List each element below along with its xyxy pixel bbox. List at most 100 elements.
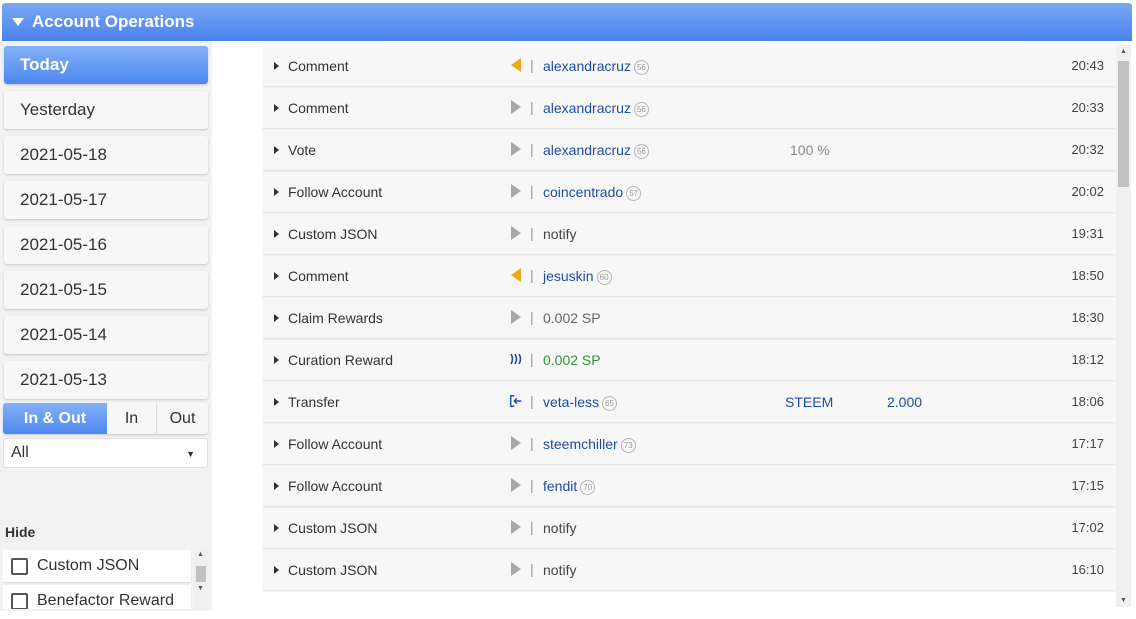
in-button[interactable]: In xyxy=(107,403,157,434)
operation-time: 20:02 xyxy=(1071,184,1104,199)
account-link[interactable]: alexandracruz 56 xyxy=(543,58,649,75)
day-2021-05-16-button[interactable]: 2021-05-16 xyxy=(4,226,208,264)
expand-arrow-icon[interactable] xyxy=(274,146,279,154)
day-today-button[interactable]: Today xyxy=(4,46,208,84)
reputation-badge: 56 xyxy=(633,60,649,75)
hide-label: Hide xyxy=(5,524,36,540)
operation-type: Custom JSON xyxy=(288,520,378,536)
account-link[interactable]: alexandracruz 56 xyxy=(543,100,649,117)
operation-row[interactable]: Follow Account | fendit 70 17:15 xyxy=(262,466,1116,506)
day-2021-05-15-button[interactable]: 2021-05-15 xyxy=(4,271,208,309)
scroll-up-icon[interactable]: ▲ xyxy=(197,551,204,558)
operation-row[interactable]: Custom JSON | notify 19:31 xyxy=(262,214,1116,254)
expand-arrow-icon[interactable] xyxy=(274,272,279,280)
operation-row[interactable]: Custom JSON | notify 17:02 xyxy=(262,508,1116,548)
separator: | xyxy=(530,57,534,73)
account-operations-header[interactable]: Account Operations xyxy=(2,3,1132,41)
operation-target-text: fendit xyxy=(543,478,578,494)
separator: | xyxy=(530,351,534,367)
operation-row[interactable]: Transfer | veta-less 65 STEEM 2.000 18:06 xyxy=(262,382,1116,422)
play-icon xyxy=(509,183,523,199)
reputation-badge: 60 xyxy=(596,270,612,285)
expand-arrow-icon[interactable] xyxy=(274,566,279,574)
expand-arrow-icon[interactable] xyxy=(274,188,279,196)
day-yesterday-button[interactable]: Yesterday xyxy=(4,91,208,129)
operation-row[interactable]: Comment | alexandracruz 56 20:43 xyxy=(262,46,1116,86)
scroll-up-icon[interactable]: ▲ xyxy=(1120,48,1127,55)
hide-benefactor-reward-option[interactable]: Benefactor Reward xyxy=(3,585,191,609)
sidebar: Today Yesterday 2021-05-18 2021-05-17 20… xyxy=(0,41,212,611)
scroll-thumb[interactable] xyxy=(196,566,206,582)
operation-row[interactable]: Comment | alexandracruz 56 20:33 xyxy=(262,88,1116,128)
hide-custom-json-option[interactable]: Custom JSON xyxy=(3,550,191,582)
account-link[interactable]: coincentrado 57 xyxy=(543,184,642,201)
expand-arrow-icon[interactable] xyxy=(274,440,279,448)
account-link[interactable]: alexandracruz 56 xyxy=(543,142,649,159)
direction-toggle: In & Out In Out xyxy=(3,403,208,434)
operation-target-text: notify xyxy=(543,562,577,578)
hide-list-scrollbar[interactable]: ▲ ▼ xyxy=(193,549,208,609)
operation-row[interactable]: Follow Account | coincentrado 57 20:02 xyxy=(262,172,1116,212)
account-link[interactable]: veta-less 65 xyxy=(543,394,618,411)
day-2021-05-14-button[interactable]: 2021-05-14 xyxy=(4,316,208,354)
expand-arrow-icon[interactable] xyxy=(274,230,279,238)
day-2021-05-17-button[interactable]: 2021-05-17 xyxy=(4,181,208,219)
separator: | xyxy=(530,225,534,241)
day-2021-05-13-button[interactable]: 2021-05-13 xyxy=(4,361,208,399)
play-icon xyxy=(509,561,523,577)
separator: | xyxy=(530,267,534,283)
separator: | xyxy=(530,561,534,577)
separator: | xyxy=(530,183,534,199)
operation-type: Follow Account xyxy=(288,436,383,452)
transfer-in-icon xyxy=(509,393,523,409)
scroll-down-icon[interactable]: ▼ xyxy=(197,585,204,592)
comment-icon xyxy=(509,57,523,73)
day-2021-05-18-button[interactable]: 2021-05-18 xyxy=(4,136,208,174)
expand-arrow-icon[interactable] xyxy=(274,314,279,322)
operation-target: 0.002 SP xyxy=(543,310,601,326)
separator: | xyxy=(530,99,534,115)
separator: | xyxy=(530,141,534,157)
hide-list: Custom JSON Benefactor Reward ▲ ▼ xyxy=(3,549,208,609)
operation-row[interactable]: Custom JSON | notify 16:10 xyxy=(262,550,1116,590)
operation-row[interactable]: Vote | alexandracruz 56 100 % 20:32 xyxy=(262,130,1116,170)
reputation-badge: 57 xyxy=(626,186,642,201)
operation-time: 20:43 xyxy=(1071,58,1104,73)
operation-time: 17:17 xyxy=(1071,436,1104,451)
expand-arrow-icon[interactable] xyxy=(274,104,279,112)
operation-time: 20:33 xyxy=(1071,100,1104,115)
operation-type: Comment xyxy=(288,268,349,284)
operation-target-text: alexandracruz xyxy=(543,142,631,158)
play-icon xyxy=(509,519,523,535)
operation-row[interactable]: Comment | jesuskin 60 18:50 xyxy=(262,256,1116,296)
expand-arrow-icon[interactable] xyxy=(274,356,279,364)
checkbox-icon[interactable] xyxy=(11,557,28,575)
hide-option-label: Benefactor Reward xyxy=(37,592,174,609)
out-button[interactable]: Out xyxy=(157,403,208,434)
expand-arrow-icon[interactable] xyxy=(274,482,279,490)
operation-row[interactable]: Follow Account | steemchiller 73 17:17 xyxy=(262,424,1116,464)
expand-arrow-icon[interactable] xyxy=(274,524,279,532)
operation-row[interactable]: Curation Reward | 0.002 SP 18:12 xyxy=(262,340,1116,380)
operation-type-select[interactable]: All ▼ xyxy=(3,438,208,468)
account-link[interactable]: fendit 70 xyxy=(543,478,596,495)
checkbox-icon[interactable] xyxy=(11,592,28,609)
expand-arrow-icon[interactable] xyxy=(274,62,279,70)
steem-icon xyxy=(509,351,523,367)
operation-row[interactable]: Claim Rewards | 0.002 SP 18:30 xyxy=(262,298,1116,338)
account-link[interactable]: jesuskin 60 xyxy=(543,268,612,285)
operations-list: Comment | alexandracruz 56 20:43 Comment | alex… xyxy=(262,45,1116,607)
operation-time: 17:02 xyxy=(1071,520,1104,535)
operation-target-text: notify xyxy=(543,520,577,536)
separator: | xyxy=(530,435,534,451)
account-link[interactable]: steemchiller 73 xyxy=(543,436,636,453)
reputation-badge: 56 xyxy=(633,144,649,159)
operation-type: Comment xyxy=(288,58,349,74)
expand-arrow-icon[interactable] xyxy=(274,398,279,406)
operation-target-text: notify xyxy=(543,226,577,242)
scroll-down-icon[interactable]: ▼ xyxy=(1120,597,1127,604)
operations-scrollbar[interactable]: ▲ ▼ xyxy=(1116,45,1131,607)
operation-target-text: alexandracruz xyxy=(543,58,631,74)
in-out-button[interactable]: In & Out xyxy=(3,403,107,434)
scroll-thumb[interactable] xyxy=(1118,61,1129,187)
